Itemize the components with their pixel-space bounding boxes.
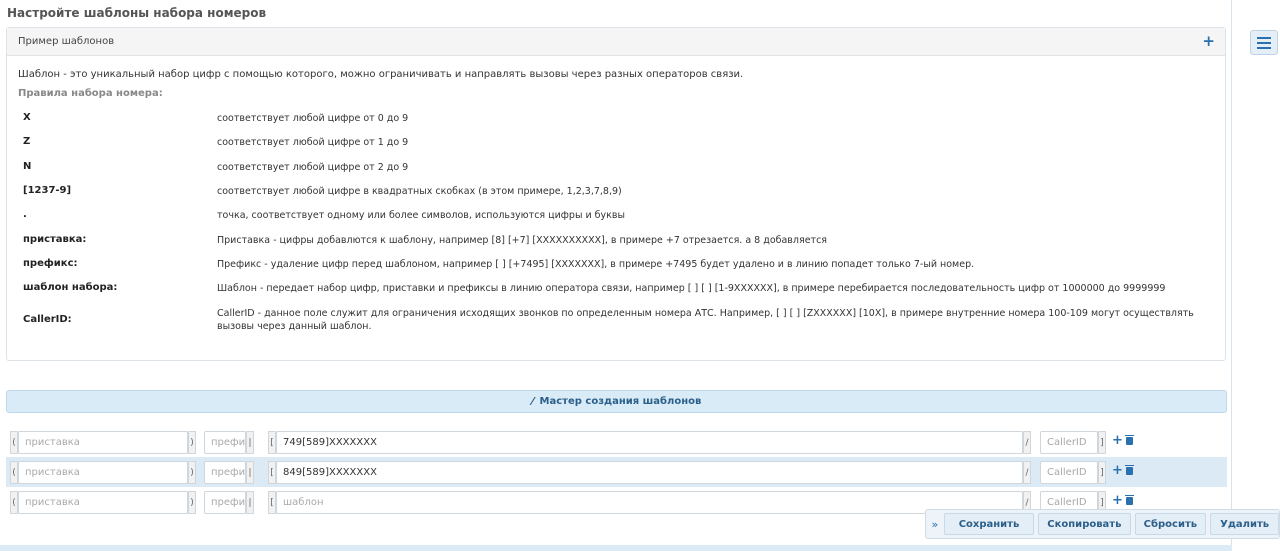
prefix-add-input[interactable]: приставка	[18, 491, 188, 514]
prefix-strip-placeholder: префи	[211, 497, 246, 508]
trash-icon[interactable]	[1124, 495, 1134, 505]
callerid-placeholder: CallerID	[1047, 497, 1087, 508]
template-wizard-button[interactable]: ⁄ Мастер создания шаблонов	[6, 390, 1227, 413]
pipe-addon: |	[246, 491, 254, 514]
callerid-placeholder: CallerID	[1047, 437, 1087, 448]
reset-button[interactable]: Сбросить	[1134, 513, 1207, 535]
callerid-input[interactable]: CallerID	[1040, 431, 1098, 454]
rule-term: шаблон набора:	[23, 282, 118, 293]
rule-desc: Шаблон - передает набор цифр, приставки …	[217, 283, 1166, 294]
panel-header[interactable]: Пример шаблонов +	[7, 28, 1225, 56]
panel-intro: Шаблон - это уникальный набор цифр с пом…	[18, 69, 744, 80]
right-sidebar	[1232, 0, 1280, 551]
prefix-strip-placeholder: префи	[211, 467, 246, 478]
close-paren-addon: )	[188, 491, 196, 514]
panel-title: Пример шаблонов	[18, 36, 115, 47]
wizard-label: Мастер создания шаблонов	[539, 396, 702, 407]
rule-term: префикс:	[23, 258, 78, 269]
slash-addon: /	[1023, 431, 1031, 454]
pattern-input[interactable]: 749[589]XXXXXXX	[276, 431, 1023, 454]
prefix-strip-input[interactable]: префи	[204, 491, 246, 514]
rule-desc: соответствует любой цифре от 0 до 9	[217, 113, 409, 124]
rule-desc: соответствует любой цифре в квадратных с…	[217, 186, 622, 197]
rule-desc: Приставка - цифры добавлются к шаблону, …	[217, 235, 828, 246]
rule-desc: CallerID - данное поле служит для ограни…	[217, 308, 1194, 332]
pipe-addon: |	[246, 461, 254, 484]
trash-icon[interactable]	[1124, 465, 1134, 475]
action-bar: » Сохранить Скопировать Сбросить Удалить	[925, 509, 1280, 539]
slash-addon: /	[1023, 461, 1031, 484]
open-bracket-addon: [	[268, 431, 276, 454]
rule-term: N	[23, 161, 32, 172]
template-row: ( приставка ) префи | [ 749[589]XXXXXXX …	[6, 427, 1227, 457]
rule-term: .	[23, 209, 27, 220]
row-actions: +	[1112, 464, 1134, 477]
pattern-input[interactable]: шаблон	[276, 491, 1023, 514]
pattern-value: 749[589]XXXXXXX	[283, 437, 377, 448]
rules-title: Правила набора номера:	[18, 88, 163, 99]
plus-icon[interactable]: +	[1202, 34, 1215, 49]
rule-desc: соответствует любой цифре от 2 до 9	[217, 162, 409, 173]
page: Настройте шаблоны набора номеров Пример …	[0, 0, 1280, 551]
save-button[interactable]: Сохранить	[943, 513, 1035, 535]
prefix-add-placeholder: приставка	[25, 437, 80, 448]
prefix-add-placeholder: приставка	[25, 497, 80, 508]
open-paren-addon: (	[10, 461, 18, 484]
callerid-input[interactable]: CallerID	[1040, 461, 1098, 484]
pipe-addon: |	[246, 431, 254, 454]
row-actions: +	[1112, 494, 1134, 507]
examples-panel: Пример шаблонов + Шаблон - это уникальны…	[6, 27, 1226, 361]
rule-term: Z	[23, 136, 31, 147]
prefix-strip-input[interactable]: префи	[204, 431, 246, 454]
plus-icon[interactable]: +	[1112, 464, 1123, 477]
prefix-strip-placeholder: префи	[211, 437, 246, 448]
double-chevron-right-icon[interactable]: »	[930, 518, 940, 531]
plus-icon[interactable]: +	[1112, 434, 1123, 447]
prefix-add-input[interactable]: приставка	[18, 461, 188, 484]
rule-desc: соответствует любой цифре от 1 до 9	[217, 137, 409, 148]
open-bracket-addon: [	[268, 461, 276, 484]
open-paren-addon: (	[10, 431, 18, 454]
close-bracket-addon: ]	[1098, 431, 1106, 454]
rule-desc: Префикс - удаление цифр перед шаблоном, …	[217, 259, 975, 270]
list-icon	[1257, 36, 1271, 49]
close-paren-addon: )	[188, 431, 196, 454]
rule-desc: точка, соответствует одному или более си…	[217, 210, 625, 221]
magic-wand-icon: ⁄	[531, 395, 534, 408]
prefix-add-placeholder: приставка	[25, 467, 80, 478]
close-paren-addon: )	[188, 461, 196, 484]
page-title: Настройте шаблоны набора номеров	[7, 6, 267, 20]
close-bracket-addon: ]	[1098, 461, 1106, 484]
plus-icon[interactable]: +	[1112, 494, 1123, 507]
rule-term: приставка:	[23, 234, 87, 245]
trash-icon[interactable]	[1124, 435, 1134, 445]
bottom-divider	[0, 545, 1232, 551]
prefix-add-input[interactable]: приставка	[18, 431, 188, 454]
open-paren-addon: (	[10, 491, 18, 514]
sidebar-toggle-button[interactable]	[1250, 30, 1278, 55]
copy-button[interactable]: Скопировать	[1038, 513, 1131, 535]
open-bracket-addon: [	[268, 491, 276, 514]
template-row: ( приставка ) префи | [ 849[589]XXXXXXX …	[6, 457, 1227, 487]
callerid-placeholder: CallerID	[1047, 467, 1087, 478]
pattern-input[interactable]: 849[589]XXXXXXX	[276, 461, 1023, 484]
main-content: Настройте шаблоны набора номеров Пример …	[0, 0, 1232, 551]
row-actions: +	[1112, 434, 1134, 447]
prefix-strip-input[interactable]: префи	[204, 461, 246, 484]
delete-button[interactable]: Удалить	[1210, 513, 1279, 535]
pattern-value: 849[589]XXXXXXX	[283, 467, 377, 478]
rule-term: CallerID:	[23, 314, 72, 325]
rule-term: X	[23, 112, 31, 123]
pattern-placeholder: шаблон	[283, 497, 324, 508]
rule-term: [1237-9]	[23, 185, 72, 196]
